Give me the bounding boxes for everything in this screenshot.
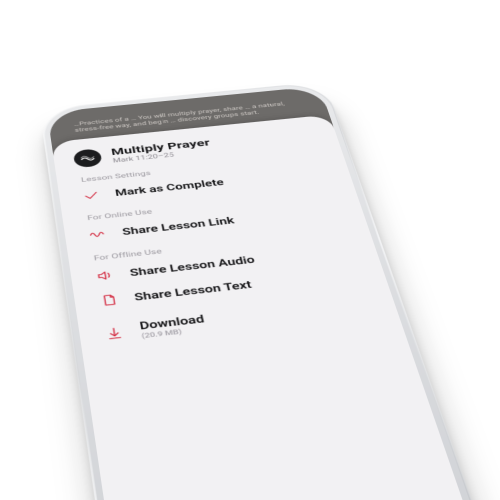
share-link-label: Share Lesson Link	[121, 215, 235, 238]
lesson-logo-icon	[73, 148, 103, 168]
document-icon	[98, 293, 120, 308]
mark-complete-label: Mark as Complete	[114, 177, 225, 198]
download-icon	[103, 326, 125, 341]
share-text-label: Share Lesson Text	[133, 279, 252, 304]
lesson-actions-sheet: Multiply Prayer Mark 11:20–25 Lesson Set…	[51, 115, 487, 500]
close-button[interactable]: Close	[109, 490, 465, 500]
download-size: (20.9 MB)	[141, 326, 207, 341]
speaker-icon	[94, 269, 115, 283]
download-label: Download	[139, 313, 206, 332]
check-icon	[81, 189, 101, 202]
wave-icon	[87, 228, 108, 241]
